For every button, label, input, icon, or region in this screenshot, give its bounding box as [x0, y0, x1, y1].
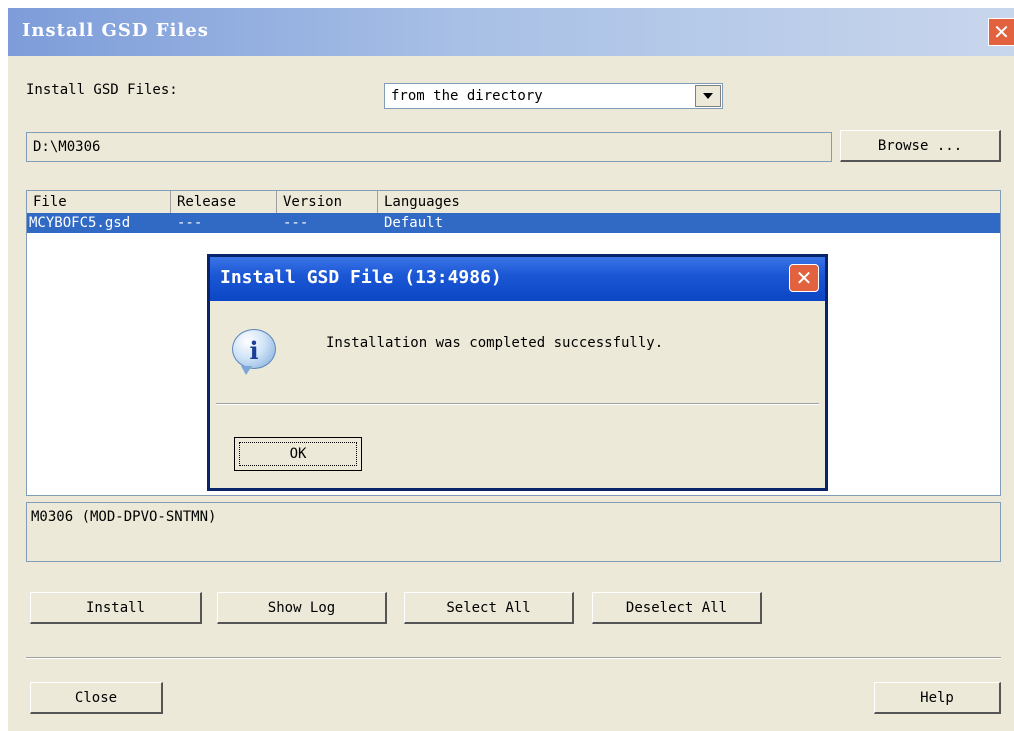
- dialog-divider: [216, 403, 819, 405]
- table-row[interactable]: MCYBOFC5.gsd --- --- Default: [27, 213, 1000, 233]
- column-header-languages[interactable]: Languages: [378, 191, 1000, 213]
- install-complete-dialog: Install GSD File (13:4986) ✕ i Installat…: [207, 254, 828, 491]
- install-from-label: Install GSD Files:: [26, 82, 178, 98]
- deselect-all-button[interactable]: Deselect All: [592, 592, 762, 624]
- show-log-button[interactable]: Show Log: [217, 592, 387, 624]
- file-info-text: M0306 (MOD-DPVO-SNTMN): [31, 509, 217, 525]
- install-source-dropdown[interactable]: from the directory: [384, 83, 723, 109]
- install-gsd-window: Install GSD Files ✕ Install GSD Files: f…: [8, 8, 1014, 731]
- ok-button[interactable]: OK: [234, 437, 362, 471]
- dropdown-arrow-icon[interactable]: [695, 85, 721, 107]
- window-close-icon[interactable]: ✕: [988, 18, 1014, 46]
- directory-path-field[interactable]: D:\M0306: [26, 132, 832, 162]
- focus-rectangle: [239, 442, 357, 466]
- browse-button[interactable]: Browse ...: [840, 130, 1001, 162]
- bottom-divider: [26, 657, 1001, 659]
- file-info-box: M0306 (MOD-DPVO-SNTMN): [26, 502, 1001, 562]
- column-header-version[interactable]: Version: [277, 191, 378, 213]
- directory-path-value: D:\M0306: [33, 139, 101, 155]
- column-header-release[interactable]: Release: [171, 191, 277, 213]
- cell-release: ---: [177, 215, 203, 231]
- cell-version: ---: [283, 215, 309, 231]
- close-button[interactable]: Close: [30, 682, 163, 714]
- title-bar: Install GSD Files ✕: [8, 8, 1014, 56]
- info-icon-glyph: i: [249, 336, 259, 365]
- dialog-message: Installation was completed successfully.: [326, 335, 664, 351]
- help-button[interactable]: Help: [874, 682, 1001, 714]
- dialog-close-icon[interactable]: ✕: [789, 264, 819, 292]
- cell-file: MCYBOFC5.gsd: [29, 215, 131, 231]
- dialog-title: Install GSD File (13:4986): [220, 267, 502, 288]
- install-button[interactable]: Install: [30, 592, 202, 624]
- column-header-file[interactable]: File: [27, 191, 171, 213]
- cell-languages: Default: [384, 215, 444, 231]
- install-source-value: from the directory: [391, 88, 543, 104]
- info-icon: i: [232, 329, 276, 375]
- list-header: File Release Version Languages: [27, 191, 1000, 214]
- dialog-title-bar: Install GSD File (13:4986) ✕: [210, 257, 825, 301]
- window-title: Install GSD Files: [22, 20, 209, 41]
- select-all-button[interactable]: Select All: [404, 592, 574, 624]
